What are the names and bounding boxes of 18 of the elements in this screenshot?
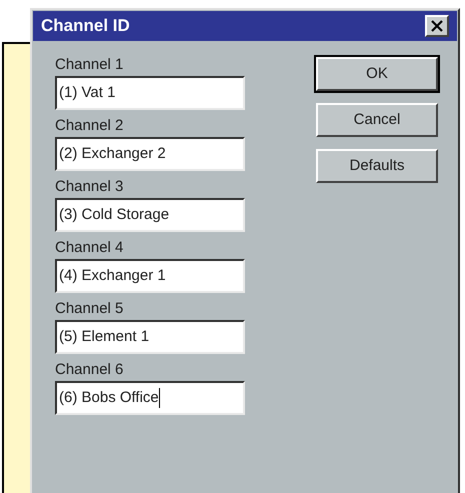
dialog-button[interactable]: OK bbox=[316, 57, 438, 91]
window-title: Channel ID bbox=[41, 15, 130, 38]
input-field[interactable]: (2) Exchanger 2 bbox=[55, 137, 245, 171]
field-label: Channel 1 bbox=[55, 56, 124, 74]
field-label: Channel 2 bbox=[55, 117, 124, 135]
input-field[interactable]: (4) Exchanger 1 bbox=[55, 259, 245, 293]
dialog-button[interactable]: Cancel bbox=[316, 103, 438, 137]
input-field[interactable]: (1) Vat 1 bbox=[55, 76, 245, 110]
field-label: Channel 6 bbox=[55, 361, 124, 379]
close-button[interactable] bbox=[425, 15, 449, 37]
input-field[interactable]: (6) Bobs Office bbox=[55, 381, 245, 415]
field-label: Channel 5 bbox=[55, 300, 124, 318]
dialog-button[interactable]: Defaults bbox=[316, 149, 438, 183]
input-field[interactable]: (5) Element 1 bbox=[55, 320, 245, 354]
close-icon bbox=[431, 20, 443, 32]
field-label: Channel 4 bbox=[55, 239, 124, 257]
field-label: Channel 3 bbox=[55, 178, 124, 196]
input-field[interactable]: (3) Cold Storage bbox=[55, 198, 245, 232]
